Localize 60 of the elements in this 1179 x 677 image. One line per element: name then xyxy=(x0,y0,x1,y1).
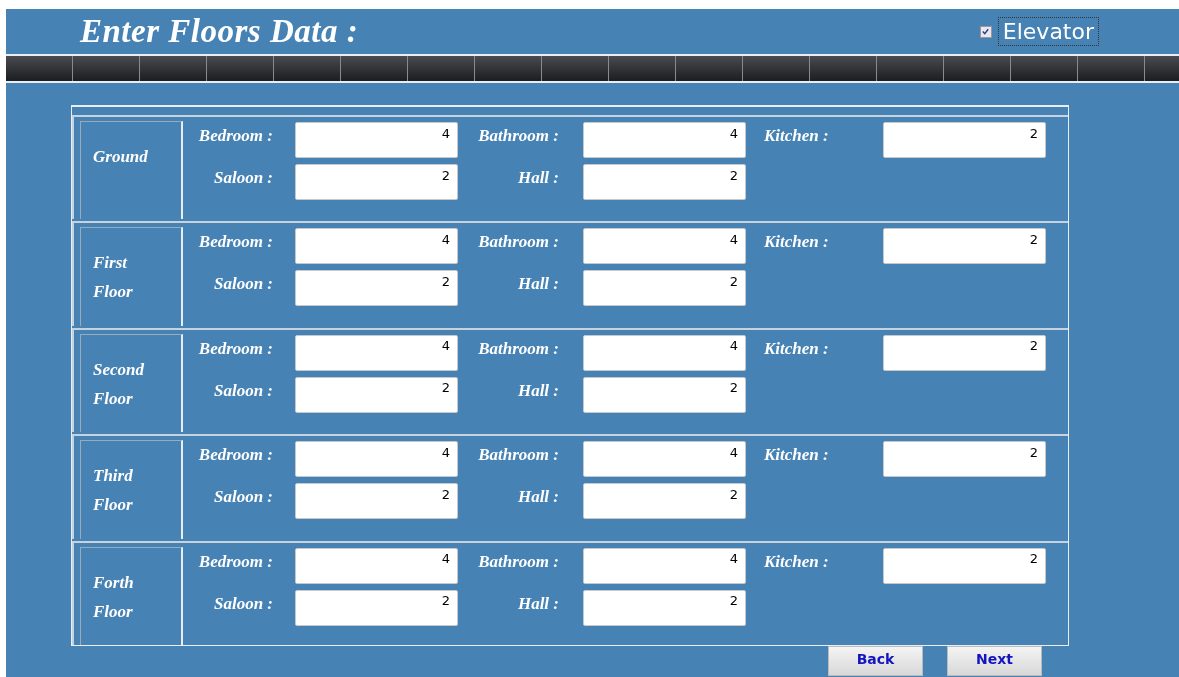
field-label: Saloon : xyxy=(213,592,274,614)
input-field[interactable]: 2 xyxy=(883,441,1046,478)
input-field[interactable]: 2 xyxy=(883,122,1046,158)
field-label: Bedroom : xyxy=(198,444,274,466)
nav-button[interactable]: Next xyxy=(947,646,1042,676)
field-label: Bathroom : xyxy=(478,125,560,146)
floor-name: Forth Floor xyxy=(80,546,183,646)
field-label: Hall : xyxy=(517,273,560,295)
field-label: Saloon : xyxy=(213,379,274,401)
floor-name: Third Floor xyxy=(80,440,183,539)
input-field[interactable]: 4 xyxy=(583,228,746,265)
input-field[interactable]: 4 xyxy=(295,547,458,584)
input-field[interactable]: 2 xyxy=(883,547,1046,584)
field-label: Bathroom : xyxy=(478,550,560,572)
input-field[interactable]: 2 xyxy=(295,589,458,626)
input-field[interactable]: 2 xyxy=(583,483,746,520)
field-label: Hall : xyxy=(517,379,560,401)
input-field[interactable]: 4 xyxy=(583,122,746,158)
elevator-label[interactable]: Elevator xyxy=(997,17,1099,46)
field-label: Bathroom : xyxy=(478,231,560,253)
input-field[interactable]: 4 xyxy=(295,228,458,265)
field-label: Bedroom : xyxy=(198,125,274,146)
field-label: Bedroom : xyxy=(198,550,274,572)
input-field[interactable]: 4 xyxy=(295,334,458,371)
input-field[interactable]: 4 xyxy=(583,441,746,478)
field-label: Kitchen : xyxy=(763,231,829,253)
floor-name: Second Floor xyxy=(80,333,183,433)
input-field[interactable]: 4 xyxy=(295,122,458,158)
field-label: Saloon : xyxy=(213,167,274,188)
input-field[interactable]: 2 xyxy=(583,270,746,307)
field-label: Kitchen : xyxy=(763,550,829,572)
field-label: Kitchen : xyxy=(763,337,829,359)
field-label: Hall : xyxy=(517,167,560,188)
input-field[interactable]: 2 xyxy=(883,228,1046,265)
floor-name: First Floor xyxy=(80,227,183,326)
field-label: Bathroom : xyxy=(478,444,560,466)
field-label: Bedroom : xyxy=(198,337,274,359)
field-label: Bathroom : xyxy=(478,337,560,359)
input-field[interactable]: 2 xyxy=(295,270,458,307)
elevator-checkbox[interactable] xyxy=(979,25,992,38)
input-field[interactable]: 2 xyxy=(883,334,1046,371)
field-label: Saloon : xyxy=(213,486,274,508)
field-label: Hall : xyxy=(517,592,560,614)
field-label: Kitchen : xyxy=(763,125,829,146)
field-label: Bedroom : xyxy=(198,231,274,253)
input-field[interactable]: 4 xyxy=(295,441,458,478)
input-field[interactable]: 2 xyxy=(583,164,746,200)
input-field[interactable]: 2 xyxy=(295,483,458,520)
field-label: Hall : xyxy=(517,486,560,508)
floor-name: Ground xyxy=(80,121,183,220)
field-label: Kitchen : xyxy=(763,444,829,466)
input-field[interactable]: 4 xyxy=(583,547,746,584)
page-title: Enter Floors Data : xyxy=(80,13,359,50)
input-field[interactable]: 2 xyxy=(583,589,746,626)
input-field[interactable]: 2 xyxy=(583,376,746,413)
nav-button[interactable]: Back xyxy=(828,646,923,676)
input-field[interactable]: 4 xyxy=(583,334,746,371)
field-label: Saloon : xyxy=(213,273,274,295)
input-field[interactable]: 2 xyxy=(295,164,458,200)
input-field[interactable]: 2 xyxy=(295,376,458,413)
